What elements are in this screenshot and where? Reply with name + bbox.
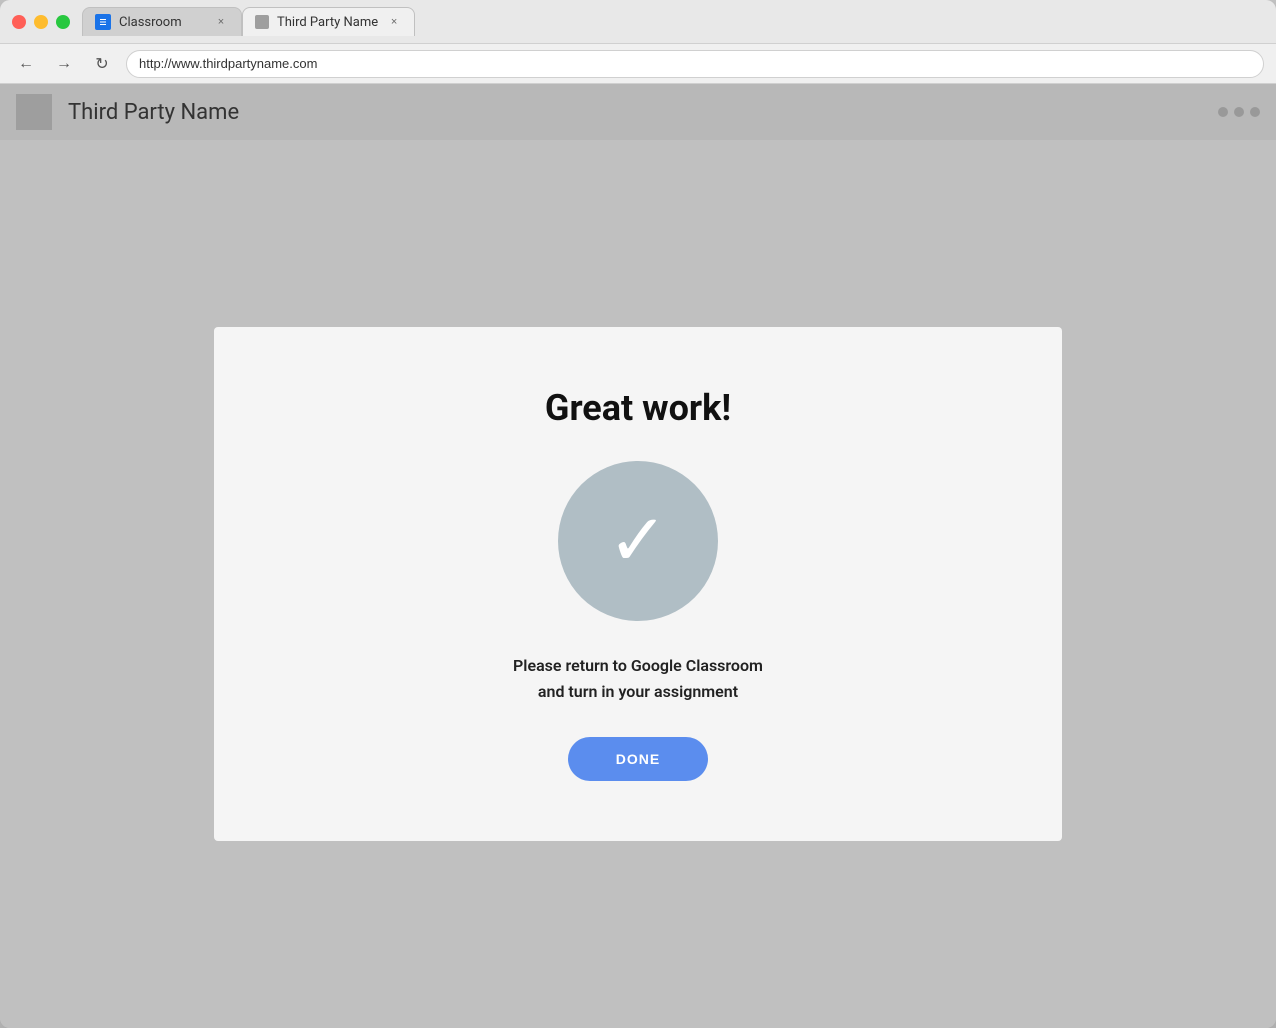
site-title: Third Party Name: [68, 100, 239, 125]
address-bar[interactable]: [126, 50, 1264, 78]
card-message-line1: Please return to Google Classroom: [513, 653, 763, 679]
minimize-button[interactable]: [34, 15, 48, 29]
back-button[interactable]: ←: [12, 50, 40, 78]
classroom-favicon: [95, 14, 111, 30]
checkmark-icon: ✓: [608, 505, 668, 577]
close-button[interactable]: [12, 15, 26, 29]
done-button[interactable]: DONE: [568, 737, 708, 781]
header-dot-3: [1250, 107, 1260, 117]
classroom-tab-label: Classroom: [119, 15, 205, 30]
tab-classroom[interactable]: Classroom ×: [82, 7, 242, 36]
tabs-container: Classroom × Third Party Name ×: [82, 7, 1264, 36]
third-party-tab-close[interactable]: ×: [386, 14, 402, 30]
reload-button[interactable]: ↻: [88, 50, 116, 78]
third-party-favicon: [255, 15, 269, 29]
card-message: Please return to Google Classroom and tu…: [513, 653, 763, 704]
card-title: Great work!: [545, 387, 731, 429]
tab-third-party[interactable]: Third Party Name ×: [242, 7, 415, 36]
maximize-button[interactable]: [56, 15, 70, 29]
nav-bar: ← → ↻: [0, 44, 1276, 84]
title-bar: Classroom × Third Party Name ×: [0, 0, 1276, 44]
completion-card: Great work! ✓ Please return to Google Cl…: [214, 327, 1062, 840]
header-dots: [1218, 107, 1260, 117]
header-dot-2: [1234, 107, 1244, 117]
site-favicon: [16, 94, 52, 130]
page-content: Great work! ✓ Please return to Google Cl…: [0, 140, 1276, 1028]
page-header: Third Party Name: [0, 84, 1276, 140]
window-controls: [12, 15, 70, 29]
header-dot-1: [1218, 107, 1228, 117]
card-message-line2: and turn in your assignment: [513, 679, 763, 705]
browser-window: Classroom × Third Party Name × ← → ↻ Thi…: [0, 0, 1276, 1028]
forward-button[interactable]: →: [50, 50, 78, 78]
checkmark-circle: ✓: [558, 461, 718, 621]
classroom-tab-close[interactable]: ×: [213, 14, 229, 30]
third-party-tab-label: Third Party Name: [277, 15, 378, 30]
